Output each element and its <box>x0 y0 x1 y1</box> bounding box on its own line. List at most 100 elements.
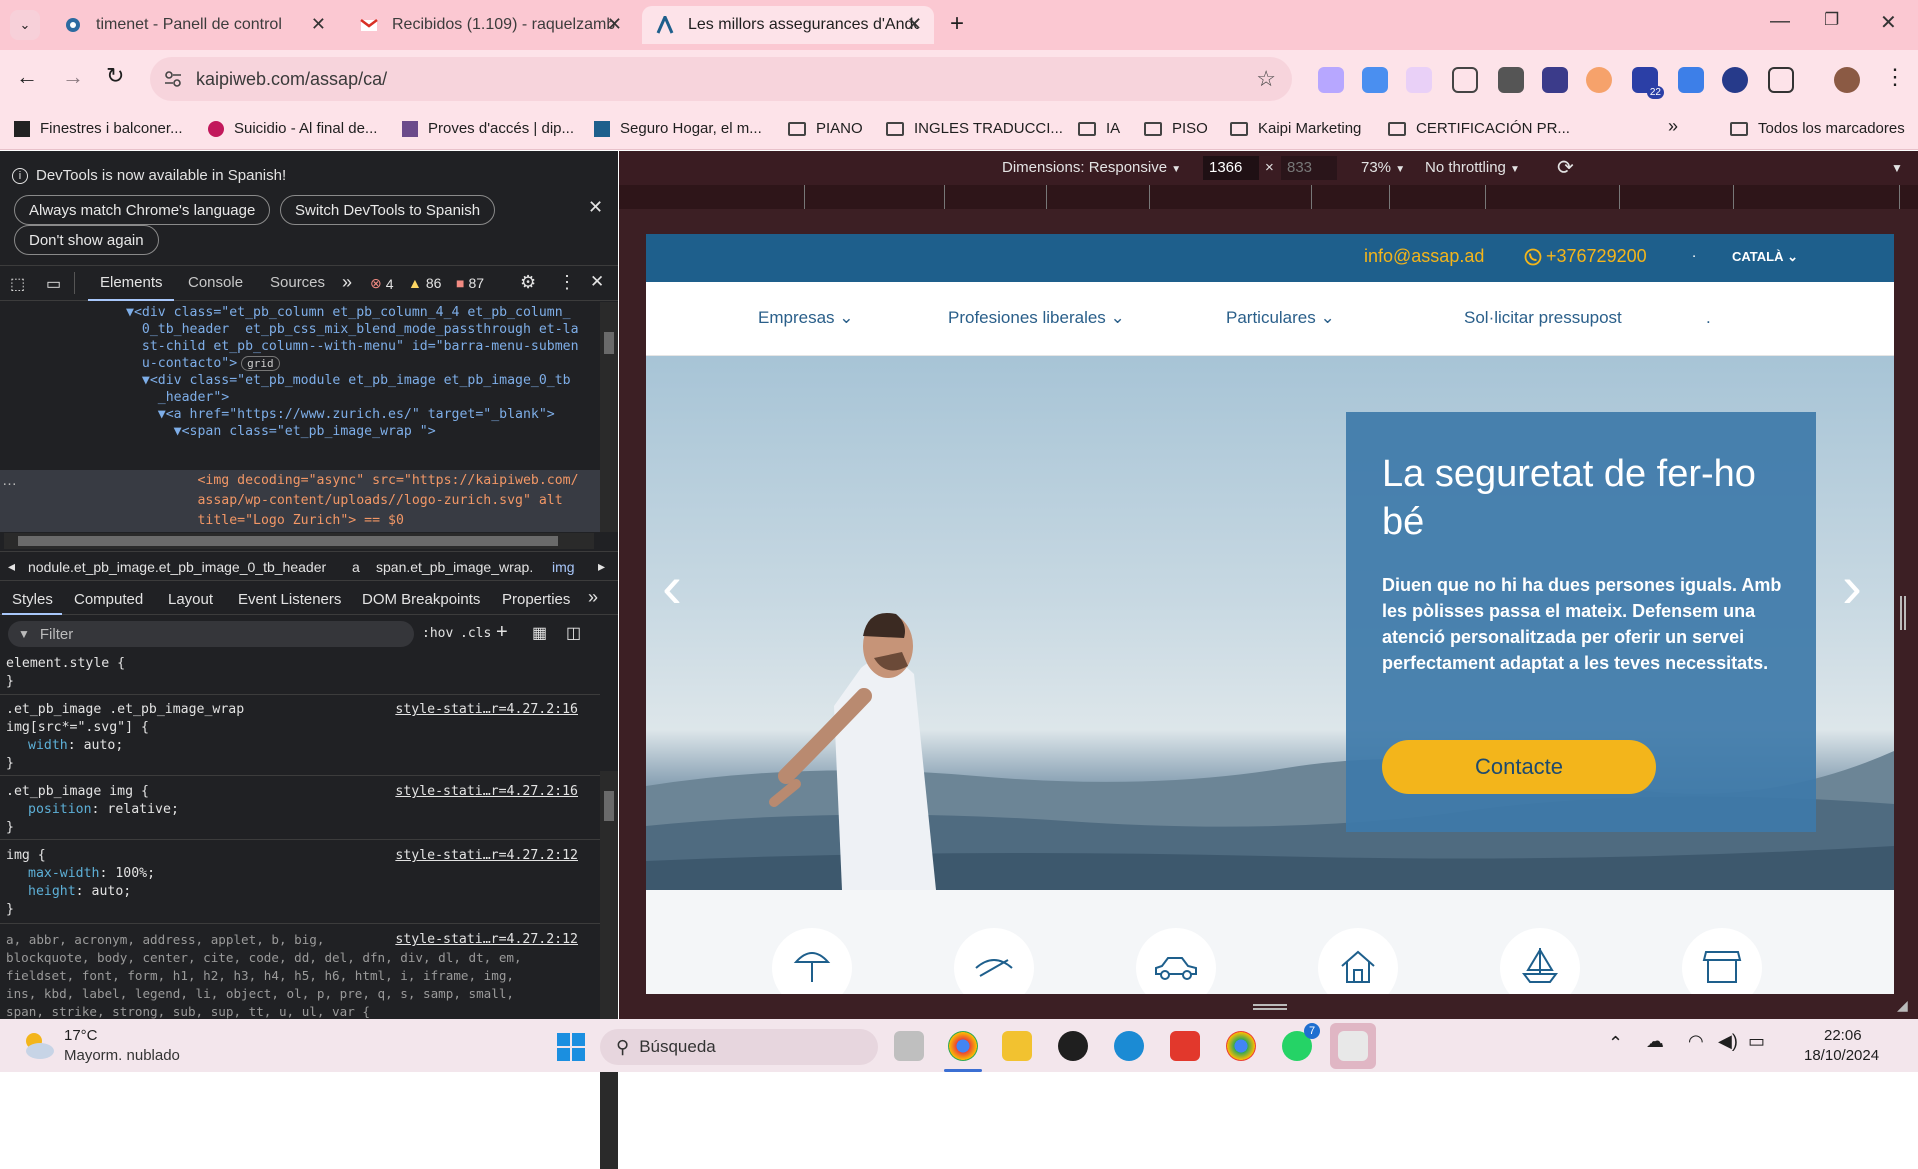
cls-toggle[interactable]: .cls <box>460 626 491 641</box>
chevron-left-icon[interactable]: ‹ <box>662 552 682 621</box>
address-bar[interactable]: kaipiweb.com/assap/ca/ ☆ <box>150 57 1292 101</box>
extensions-icon[interactable] <box>1768 67 1794 93</box>
extension-puzzle-purple-icon[interactable] <box>1318 67 1344 93</box>
umbrella-family-icon[interactable] <box>772 928 852 994</box>
zoom-dropdown[interactable]: 73% ▼ <box>1361 159 1405 176</box>
taskbar-search[interactable]: ⚲ Búsqueda <box>600 1029 878 1065</box>
dom-line[interactable]: ▼<span class="et_pb_image_wrap "> <box>126 421 436 442</box>
chrome-profile-icon[interactable] <box>1226 1031 1256 1061</box>
bookmark-folder[interactable]: CERTIFICACIÓN PR... <box>1388 120 1570 137</box>
robot-icon[interactable] <box>1722 67 1748 93</box>
store-icon[interactable] <box>1682 928 1762 994</box>
tab-search-button[interactable]: ⌄ <box>10 10 40 40</box>
breadcrumb-item[interactable]: img <box>552 559 575 575</box>
bookmark-folder[interactable]: Kaipi Marketing <box>1230 120 1361 137</box>
grid-badge[interactable]: grid <box>241 356 280 371</box>
extension-badge-icon[interactable]: 22 <box>1632 67 1664 99</box>
reload-icon[interactable]: ↻ <box>106 63 124 89</box>
github-icon[interactable] <box>1058 1031 1088 1061</box>
height-input[interactable]: 833 <box>1281 156 1337 180</box>
breadcrumb-item[interactable]: span.et_pb_image_wrap. <box>376 559 533 575</box>
inspect-icon[interactable]: ⬚ <box>10 274 25 294</box>
subtab-event-listeners[interactable]: Event Listeners <box>238 591 341 608</box>
bookmark-folder[interactable]: IA <box>1078 120 1120 137</box>
bookmark-item[interactable]: Seguro Hogar, el m... <box>594 120 762 137</box>
wifi-icon[interactable]: ◠ <box>1688 1031 1704 1052</box>
rule-declaration[interactable]: max-width: 100%; <box>28 865 155 883</box>
weather-cloud-sun-icon[interactable] <box>20 1029 56 1061</box>
speaker-icon[interactable]: ◀) <box>1718 1031 1738 1052</box>
hov-toggle[interactable]: :hov <box>422 626 453 641</box>
back-arrow-icon[interactable]: ← <box>16 64 38 90</box>
rotate-icon[interactable]: ⟳ <box>1557 155 1574 180</box>
battery-icon[interactable]: ▭ <box>1748 1031 1765 1052</box>
bookmarks-overflow-button[interactable]: » <box>1668 116 1678 137</box>
dom-line-selected[interactable]: title="Logo Zurich"> == $0 <box>126 510 403 531</box>
bookmark-folder[interactable]: PISO <box>1144 120 1208 137</box>
boat-icon[interactable] <box>1500 928 1580 994</box>
plus-icon[interactable]: + <box>496 621 508 644</box>
subtab-properties[interactable]: Properties <box>502 591 570 608</box>
forward-arrow-icon[interactable]: → <box>62 64 84 90</box>
reset-selector-list[interactable]: a, abbr, acronym, address, applet, b, bi… <box>6 931 522 1019</box>
device-toggle-icon[interactable]: ▭ <box>46 274 61 294</box>
cloud-icon[interactable]: ☁ <box>1646 1031 1664 1052</box>
car-icon[interactable] <box>1136 928 1216 994</box>
error-count[interactable]: ⊗ 4 <box>370 275 394 292</box>
resize-handle-bottom[interactable] <box>1253 1004 1287 1010</box>
minimize-button[interactable]: — <box>1770 10 1790 33</box>
rule-selector[interactable]: img { <box>6 847 46 865</box>
tab-elements[interactable]: Elements <box>100 274 163 291</box>
pen-icon[interactable] <box>1406 67 1432 93</box>
paint-icon[interactable]: ▦ <box>532 623 547 643</box>
close-icon[interactable]: ✕ <box>590 272 604 292</box>
gear-icon[interactable]: ⚙ <box>520 272 536 293</box>
rule-source-link[interactable]: style-stati…r=4.27.2:16 <box>395 783 578 801</box>
issue-count[interactable]: ■ 87 <box>456 275 484 291</box>
bookmark-item[interactable]: Suicidio - Al final de... <box>208 120 377 137</box>
weather-temp[interactable]: 17°C <box>64 1027 98 1044</box>
dom-scrollbar[interactable] <box>600 302 618 532</box>
dom-line-selected[interactable]: <img decoding="async" src="https://kaipi… <box>126 470 578 491</box>
task-view-icon[interactable] <box>894 1031 924 1061</box>
weather-description[interactable]: Mayorm. nublado <box>64 1047 180 1064</box>
media-query-ruler[interactable] <box>619 185 1918 209</box>
match-language-button[interactable]: Always match Chrome's language <box>14 195 271 225</box>
rule-selector[interactable]: .et_pb_image .et_pb_image_wrap img[src*=… <box>6 701 244 737</box>
anydesk-icon[interactable] <box>1170 1031 1200 1061</box>
chevron-left-icon[interactable]: ◂ <box>8 558 15 575</box>
subtab-layout[interactable]: Layout <box>168 591 213 608</box>
styles-scrollbar[interactable] <box>600 771 618 1169</box>
avatar[interactable] <box>1834 67 1860 93</box>
rule-declaration[interactable]: position: relative; <box>28 801 179 819</box>
house-icon[interactable] <box>1318 928 1398 994</box>
tab-timenet[interactable]: timenet - Panell de control ✕ <box>50 6 338 44</box>
warning-count[interactable]: ▲ 86 <box>408 275 441 291</box>
dom-line-selected[interactable]: assap/wp-content/uploads//logo-zurich.sv… <box>126 490 562 511</box>
windows-start-icon[interactable] <box>556 1032 586 1062</box>
horizontal-scrollbar[interactable] <box>4 533 594 549</box>
subtab-computed[interactable]: Computed <box>74 591 143 608</box>
rule-selector[interactable]: element.style { <box>6 655 125 673</box>
slack-icon[interactable] <box>1338 1031 1368 1061</box>
nav-profesiones-liberales[interactable]: Profesiones liberales ⌄ <box>948 308 1125 328</box>
menu-kebab-icon[interactable]: ⋮ <box>558 272 576 293</box>
breadcrumb-item[interactable]: nodule.et_pb_image.et_pb_image_0_tb_head… <box>28 559 326 575</box>
clock-date[interactable]: 18/10/2024 <box>1804 1047 1879 1064</box>
video-icon[interactable] <box>1498 67 1524 93</box>
translate-icon[interactable] <box>1362 67 1388 93</box>
send-icon[interactable] <box>1678 67 1704 93</box>
screenshot-icon[interactable] <box>1452 67 1478 93</box>
bookmark-folder[interactable]: INGLES TRADUCCI... <box>886 120 1063 137</box>
chevron-up-icon[interactable]: ⌃ <box>1608 1033 1623 1054</box>
nav-particulares[interactable]: Particulares ⌄ <box>1226 308 1335 328</box>
tab-console[interactable]: Console <box>188 274 243 291</box>
chevron-right-icon[interactable]: › <box>1842 552 1862 621</box>
throttle-dropdown[interactable]: No throttling ▼ <box>1425 159 1520 176</box>
close-icon[interactable]: ✕ <box>588 197 603 218</box>
nav-request-quote[interactable]: Sol·licitar pressupost <box>1464 308 1622 328</box>
phone-link[interactable]: +376729200 <box>1524 246 1647 267</box>
all-bookmarks-button[interactable]: Todos los marcadores <box>1730 120 1905 137</box>
subtab-dom-breakpoints[interactable]: DOM Breakpoints <box>362 591 480 608</box>
email-link[interactable]: info@assap.ad <box>1364 246 1484 267</box>
